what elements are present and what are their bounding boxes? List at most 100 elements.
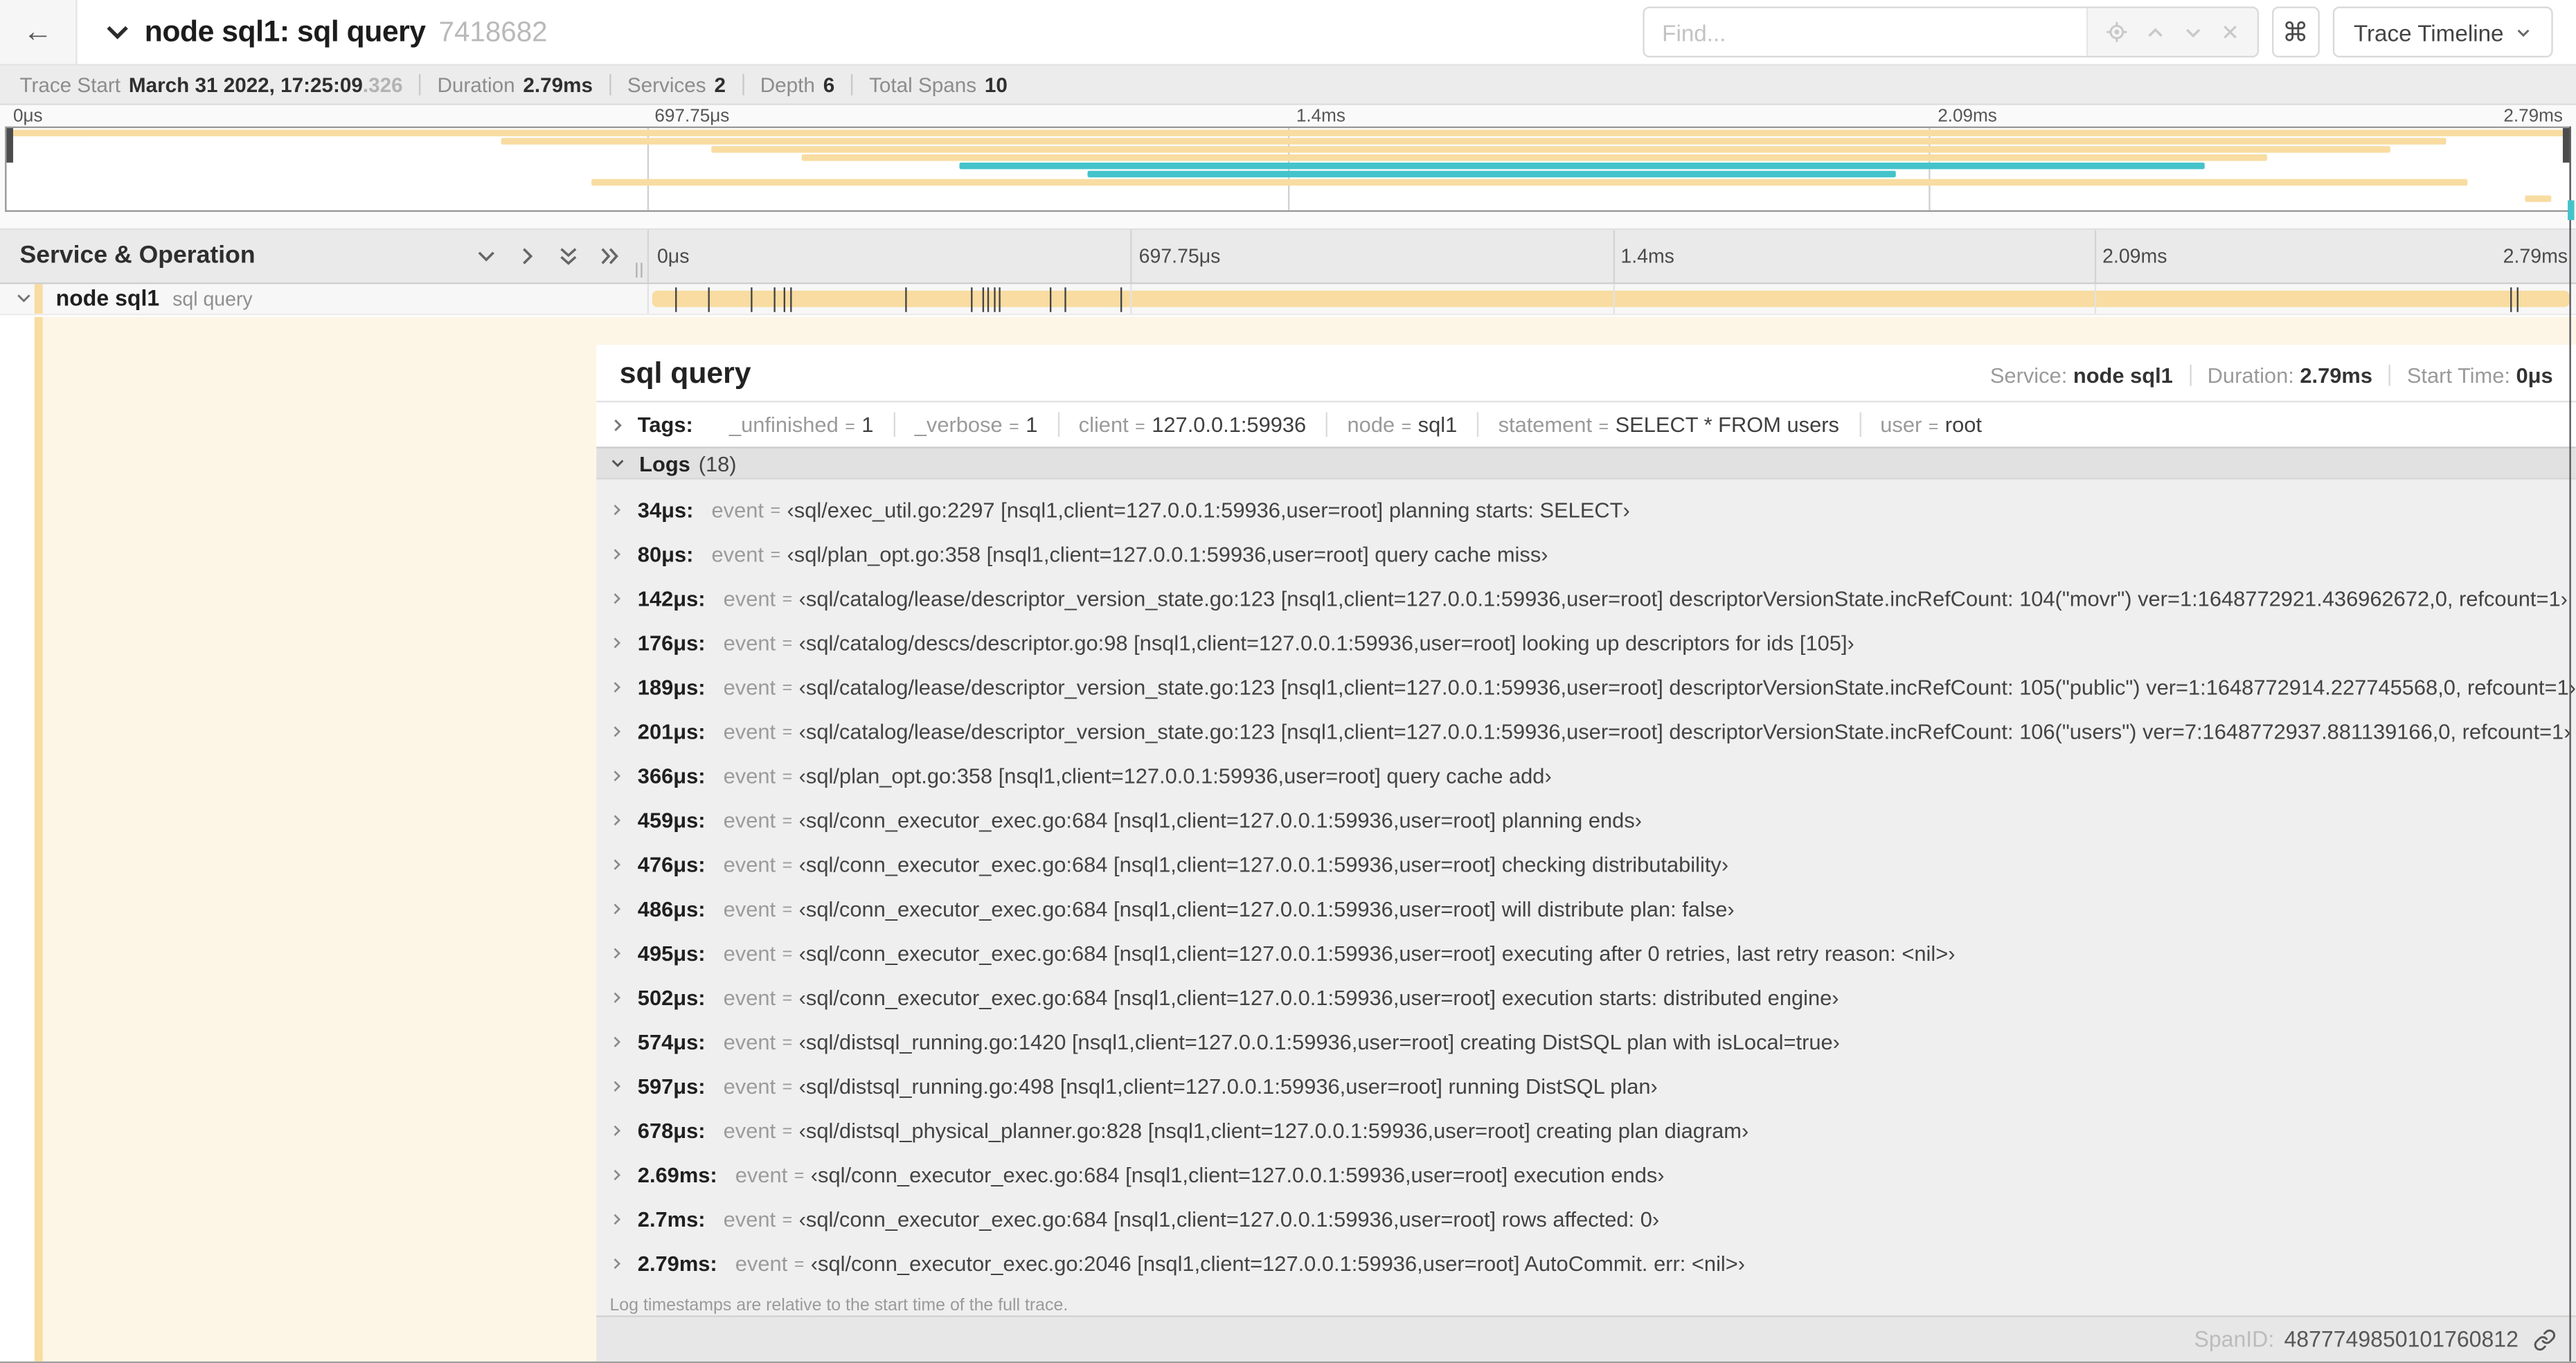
log-row[interactable]: 502μs: event = ‹sql/conn_executor_exec.go:6… xyxy=(596,975,2575,1020)
log-field-key: event xyxy=(723,631,776,656)
ruler-gridline xyxy=(1612,230,1614,282)
deep-link-icon[interactable] xyxy=(2533,1328,2556,1351)
trace-collapse-chevron-icon[interactable] xyxy=(105,19,130,44)
find-prev-icon[interactable] xyxy=(2145,22,2165,42)
chevron-right-icon xyxy=(609,547,624,561)
log-marker-tick xyxy=(2517,287,2519,312)
tag-key: statement xyxy=(1498,412,1593,437)
log-field-value: ‹sql/distsql_physical_planner.go:828 [ns… xyxy=(798,1118,1749,1144)
minimap-drag-handle-left[interactable] xyxy=(6,128,13,163)
log-timestamp: 366μs: xyxy=(637,764,706,788)
log-field-key: event xyxy=(723,896,776,921)
log-row[interactable]: 597μs: event = ‹sql/distsql_running.go:498 … xyxy=(596,1064,2575,1108)
equals-sign: = xyxy=(782,633,793,653)
keyboard-shortcuts-button[interactable]: ⌘ xyxy=(2271,6,2320,58)
log-timestamp: 201μs: xyxy=(637,719,706,744)
chevron-right-icon xyxy=(609,1256,624,1271)
tags-accordion-header[interactable]: Tags: _unfinished = 1 _verbose = 1 client = 127.… xyxy=(596,402,2575,446)
view-selector-button[interactable]: Trace Timeline xyxy=(2332,6,2553,58)
log-timestamp: 34μs: xyxy=(637,497,694,523)
tag-key: client xyxy=(1078,412,1129,437)
find-input[interactable] xyxy=(1644,8,2086,56)
log-marker-tick xyxy=(1120,287,1122,312)
log-row[interactable]: 2.69ms: event = ‹sql/conn_executor_exec.go:… xyxy=(596,1153,2575,1197)
logs-footnote: Log timestamps are relative to the start… xyxy=(609,1295,1068,1316)
log-marker-tick xyxy=(987,287,990,312)
log-row[interactable]: 366μs: event = ‹sql/plan_opt.go:358 [nsql1,… xyxy=(596,754,2575,798)
log-marker-tick xyxy=(999,287,1001,312)
log-marker-tick xyxy=(791,287,793,312)
span-duration-bar[interactable] xyxy=(652,291,2570,308)
equals-sign: = xyxy=(782,588,793,608)
logs-count: (18) xyxy=(698,451,737,476)
summary-label: Duration xyxy=(437,73,515,96)
span-row: node sql1 sql query xyxy=(0,283,2576,316)
log-marker-tick xyxy=(1064,287,1066,312)
span-operation-name: sql query xyxy=(172,287,253,310)
log-row[interactable]: 459μs: event = ‹sql/conn_executor_exec.go:6… xyxy=(596,798,2575,842)
summary-value-suffix: .326 xyxy=(362,73,403,96)
summary-value: 6 xyxy=(823,73,835,96)
minimap-canvas[interactable] xyxy=(5,126,2571,213)
log-row[interactable]: 476μs: event = ‹sql/conn_executor_exec.go:6… xyxy=(596,842,2575,887)
log-row[interactable]: 201μs: event = ‹sql/catalog/lease/descripto… xyxy=(596,710,2575,754)
timeline-columns-header: Service & Operation 0μs 697.75μs 1.4ms 2.09… xyxy=(0,228,2576,284)
spanid-label: SpanID: xyxy=(2194,1326,2275,1352)
span-detail-card: sql query Service: node sql1 Duration: 2.… xyxy=(596,345,2576,1316)
equals-sign: = xyxy=(782,721,793,742)
chevron-right-icon xyxy=(609,503,624,517)
span-row-name-cell[interactable]: node sql1 sql query xyxy=(0,283,647,314)
log-marker-tick xyxy=(904,287,906,312)
log-field-value: ‹sql/conn_executor_exec.go:684 [nsql1,cl… xyxy=(798,896,1735,921)
expand-all-icon[interactable] xyxy=(598,244,621,267)
log-row[interactable]: 176μs: event = ‹sql/catalog/descs/descripto… xyxy=(596,621,2575,665)
log-row[interactable]: 142μs: event = ‹sql/catalog/lease/descripto… xyxy=(596,577,2575,621)
log-field-value: ‹sql/catalog/descs/descriptor.go:98 [nsq… xyxy=(798,631,1854,656)
chevron-right-icon xyxy=(609,724,624,739)
log-marker-tick xyxy=(773,287,776,312)
span-row-timeline-cell[interactable] xyxy=(647,283,2576,314)
equals-sign: = xyxy=(782,899,793,919)
span-collapse-chevron-icon[interactable] xyxy=(15,289,33,307)
view-range-scrubber-handle[interactable] xyxy=(2568,200,2575,220)
log-field-value: ‹sql/conn_executor_exec.go:684 [nsql1,cl… xyxy=(798,985,1839,1011)
timeline-tick-label: 2.79ms xyxy=(2503,107,2563,127)
log-field-key: event xyxy=(711,541,764,567)
summary-label: Total Spans xyxy=(869,73,977,96)
log-row[interactable]: 80μs: event = ‹sql/plan_opt.go:358 [nsql1,c… xyxy=(596,532,2575,577)
find-next-icon[interactable] xyxy=(2183,22,2202,42)
log-field-key: event xyxy=(723,852,776,877)
logs-accordion-header[interactable]: Logs (18) xyxy=(596,446,2576,480)
back-button[interactable]: ← xyxy=(0,0,78,64)
expand-one-icon[interactable] xyxy=(516,244,539,267)
timeline-tick-label: 697.75μs xyxy=(654,107,730,127)
log-row[interactable]: 189μs: event = ‹sql/catalog/lease/descripto… xyxy=(596,665,2576,710)
log-marker-tick xyxy=(783,287,785,312)
view-range-scrubber-line[interactable] xyxy=(2568,126,2571,1362)
collapse-all-icon[interactable] xyxy=(557,244,580,267)
log-row[interactable]: 2.7ms: event = ‹sql/conn_executor_exec.go:6… xyxy=(596,1197,2575,1241)
chevron-right-icon xyxy=(609,680,624,694)
find-clear-icon[interactable] xyxy=(2221,23,2239,41)
log-row[interactable]: 495μs: event = ‹sql/conn_executor_exec.go:6… xyxy=(596,931,2575,975)
equals-sign: = xyxy=(782,854,793,875)
log-field-key: event xyxy=(723,1207,776,1232)
trace-summary-bar: Trace Start March 31 2022, 17:25:09.326 Du… xyxy=(0,65,2576,105)
log-field-value: ‹sql/catalog/lease/descriptor_version_st… xyxy=(798,675,2576,700)
equals-sign: = xyxy=(794,1165,805,1185)
log-timestamp: 678μs: xyxy=(637,1118,706,1144)
log-row[interactable]: 574μs: event = ‹sql/distsql_running.go:1420… xyxy=(596,1020,2575,1064)
page-header: ← node sql1: sql query 7418682 Find... ⌘… xyxy=(0,0,2576,66)
log-field-key: event xyxy=(723,1118,776,1144)
span-meta-item: Duration: 2.79ms xyxy=(2207,363,2373,388)
match-highlight-icon[interactable] xyxy=(2106,21,2127,43)
span-color-accent xyxy=(34,283,42,314)
column-resize-grip[interactable] xyxy=(636,262,643,277)
collapse-one-icon[interactable] xyxy=(475,244,498,267)
log-row[interactable]: 34μs: event = ‹sql/exec_util.go:2297 [nsql1… xyxy=(596,488,2575,532)
log-row[interactable]: 678μs: event = ‹sql/distsql_physical_planne… xyxy=(596,1108,2575,1153)
log-row[interactable]: 486μs: event = ‹sql/conn_executor_exec.go:6… xyxy=(596,887,2575,931)
spanid-bar: SpanID: 4877749850101760812 xyxy=(596,1315,2576,1362)
log-row[interactable]: 2.79ms: event = ‹sql/conn_executor_exec.go:… xyxy=(596,1242,2575,1286)
tag-item: client = 127.0.0.1:59936 xyxy=(1057,412,1326,437)
